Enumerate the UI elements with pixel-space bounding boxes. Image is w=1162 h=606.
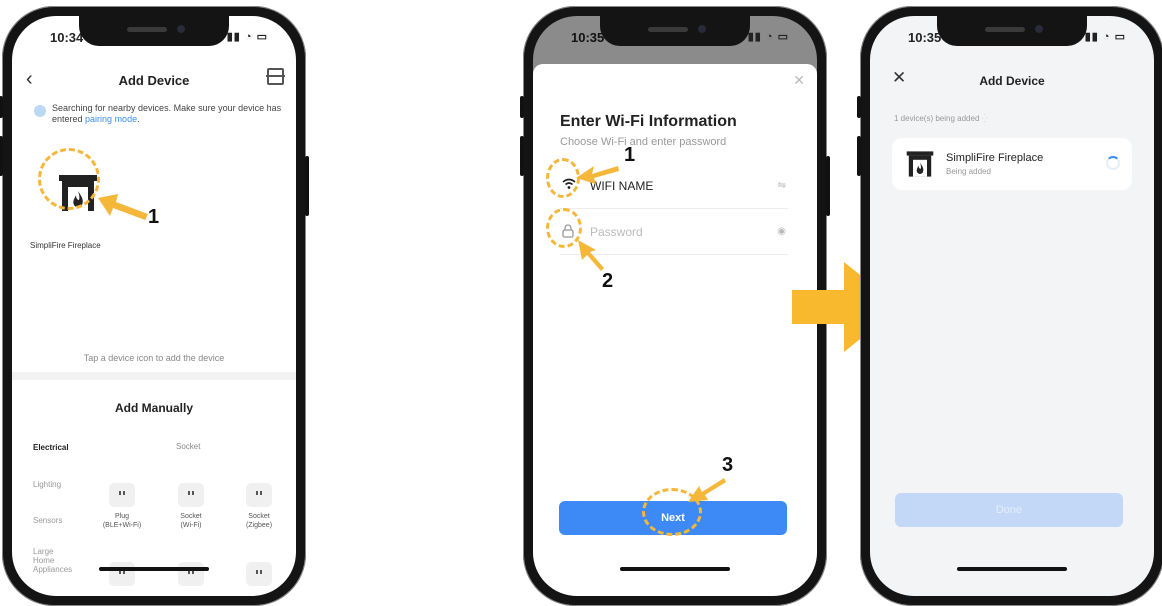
silent-switch [857, 96, 861, 118]
sheet-subtitle: Choose Wi-Fi and enter password [560, 136, 727, 148]
close-icon[interactable]: ✕ [793, 72, 805, 89]
volume-button [520, 136, 524, 176]
scan-icon[interactable] [266, 68, 285, 85]
status-time: 10:35 [571, 30, 605, 45]
appliance-tile[interactable] [109, 562, 135, 586]
eye-icon[interactable]: ◉ [777, 226, 786, 237]
phone-add-device-search: 10:34 ▮▮ ◔ ▭ ‹ Add Device Searching for … [0, 6, 309, 606]
appliance-tile[interactable] [246, 562, 272, 586]
step-number: 1 [624, 144, 636, 166]
switch-network-icon[interactable]: ⇋ [778, 180, 786, 191]
section-divider [12, 372, 296, 380]
sheet-title: Enter Wi-Fi Information [560, 113, 737, 130]
subcategory-socket: Socket [176, 442, 201, 451]
screen-1: 10:34 ▮▮ ◔ ▭ ‹ Add Device Searching for … [12, 16, 296, 596]
category-electrical[interactable]: Electrical [33, 443, 69, 452]
search-status: Searching for nearby devices. Make sure … [34, 103, 284, 125]
status-time: 10:34 [50, 30, 84, 45]
annotation-arrow-icon [578, 240, 604, 271]
annotation-arrow-icon [576, 166, 619, 184]
category-sensors[interactable]: Sensors [33, 516, 62, 525]
page-title: Add Device [118, 73, 190, 88]
socket-zigbee-tile[interactable] [246, 483, 272, 507]
home-indicator [957, 567, 1067, 571]
loading-spinner-icon [1106, 156, 1120, 170]
power-button [305, 156, 309, 216]
tap-hint: Tap a device icon to add the device [83, 353, 225, 363]
device-label[interactable]: SimpliFire Fireplace [30, 241, 101, 250]
category-large-home-appliances[interactable]: Large Home Appliances [33, 547, 73, 574]
socket-wifi-tile[interactable] [178, 483, 204, 507]
annotation-arrow-icon [688, 478, 726, 502]
fireplace-device-icon [906, 151, 934, 177]
annotation-arrow-icon [98, 194, 148, 220]
device-card[interactable]: SimpliFire Fireplace Being added [892, 138, 1132, 190]
password-input[interactable]: Password [590, 225, 643, 239]
highlight-circle [38, 148, 100, 210]
tile-label: Socket (Wi-Fi) [180, 513, 202, 529]
plug-ble-wifi-tile[interactable] [109, 483, 135, 507]
step-number: 3 [722, 454, 734, 476]
step-number: 1 [148, 206, 160, 228]
silent-switch [520, 96, 524, 118]
appliance-tile[interactable] [178, 562, 204, 586]
done-button[interactable]: Done [895, 493, 1123, 527]
volume-button [0, 136, 3, 176]
device-name: SimpliFire Fireplace [946, 152, 1044, 164]
adding-count: 1 device(s) being added ⁛ [894, 114, 989, 123]
device-status: Being added [946, 167, 991, 176]
search-text-end: . [137, 114, 140, 124]
status-icons: ▮▮ ◔ ▭ [1084, 31, 1126, 43]
notch [600, 16, 750, 46]
notch [937, 16, 1087, 46]
searching-indicator-icon [34, 105, 46, 117]
pairing-mode-link[interactable]: pairing mode [85, 114, 137, 124]
status-icons: ▮▮ ◔ ▭ [226, 31, 268, 43]
step-number: 2 [602, 270, 614, 292]
silent-switch [0, 96, 3, 118]
tile-label: Plug (BLE+Wi-Fi) [102, 513, 142, 529]
add-manually-title: Add Manually [114, 401, 193, 415]
notch [79, 16, 229, 46]
home-indicator [99, 567, 209, 571]
screen-3: 10:35 ▮▮ ◔ ▭ ✕ Add Device 1 device(s) be… [870, 16, 1154, 596]
volume-button [857, 136, 861, 176]
home-indicator [620, 567, 730, 571]
tile-label: Socket (Zigbee) [245, 513, 273, 529]
page-title: Add Device [979, 74, 1045, 88]
category-lighting[interactable]: Lighting [33, 480, 61, 489]
phone-device-being-added: 10:35 ▮▮ ◔ ▭ ✕ Add Device 1 device(s) be… [857, 6, 1162, 606]
status-icons: ▮▮ ◔ ▭ [747, 31, 789, 43]
status-time: 10:35 [908, 30, 942, 45]
power-button [826, 156, 830, 216]
